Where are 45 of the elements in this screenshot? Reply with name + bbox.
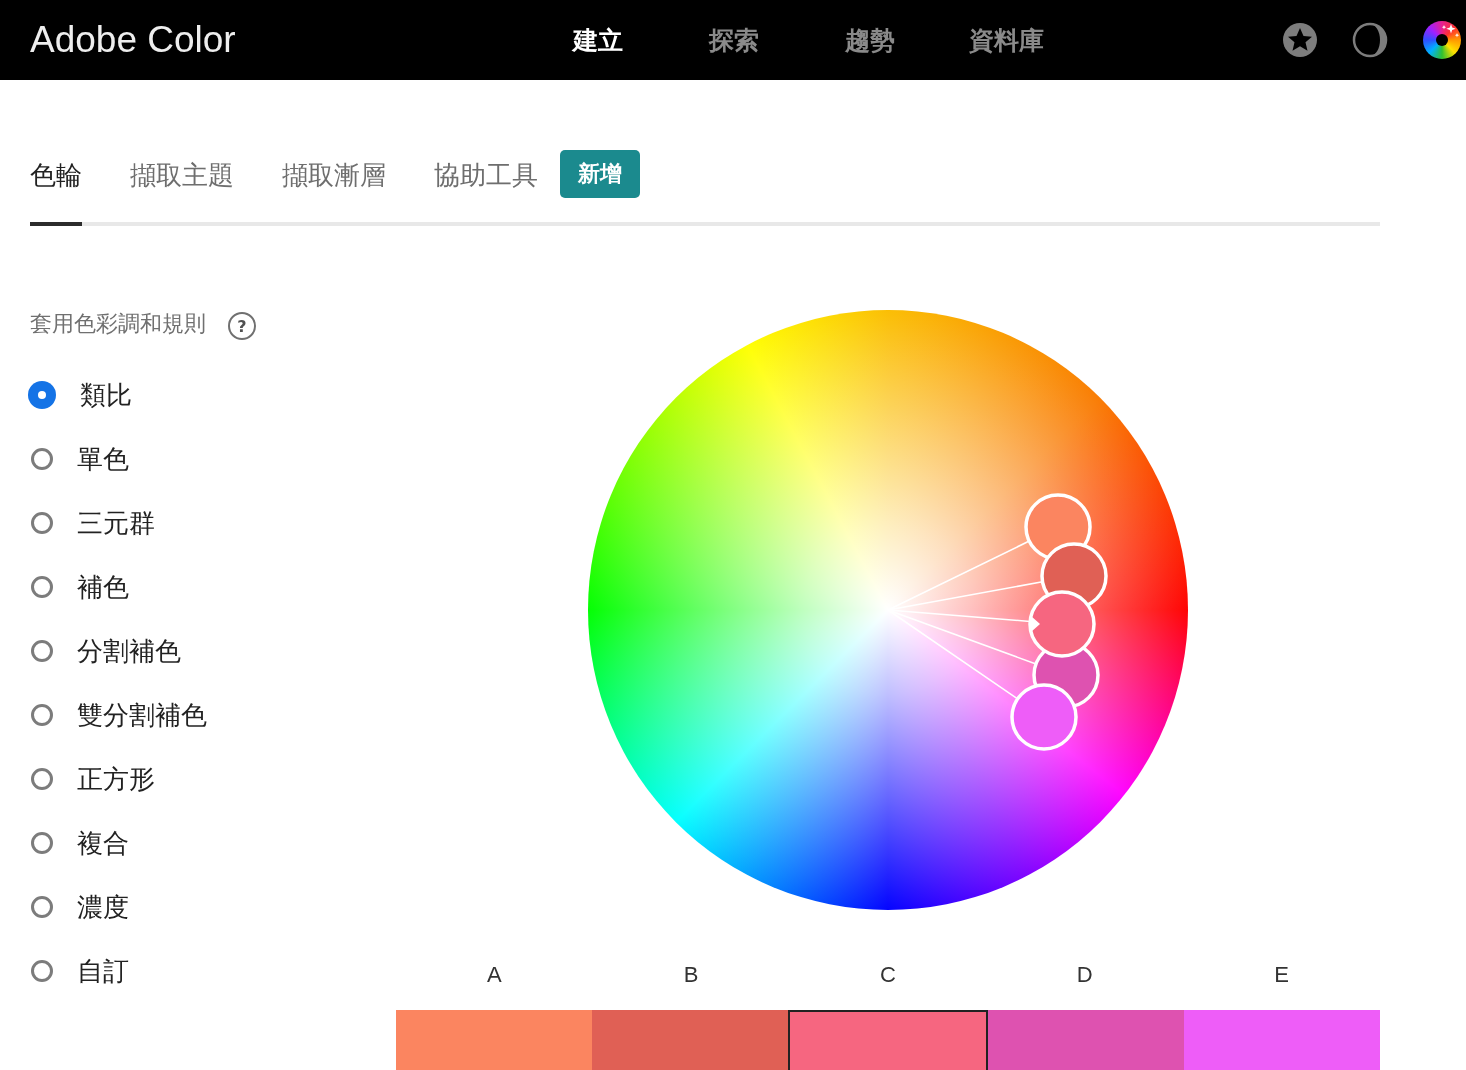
color-swatch[interactable] <box>988 1010 1184 1070</box>
nav-link[interactable]: 資料庫 <box>938 23 1074 57</box>
swatch-label: A <box>486 961 503 989</box>
color-swatch[interactable] <box>396 1010 592 1070</box>
radio-label[interactable]: 複合 <box>77 825 129 861</box>
radio-button[interactable] <box>31 896 53 918</box>
nav-link[interactable]: 建立 <box>530 23 666 57</box>
radio-button[interactable] <box>31 448 53 470</box>
radio-label[interactable]: 單色 <box>77 441 129 477</box>
swatch-label: B <box>682 961 700 989</box>
radio-button[interactable] <box>31 576 53 598</box>
radio-button[interactable] <box>31 960 53 982</box>
new-badge: 新增 <box>560 150 640 198</box>
radio-label[interactable]: 正方形 <box>77 761 155 797</box>
tab[interactable]: 色輪 <box>30 150 82 226</box>
radio-label[interactable]: 分割補色 <box>77 633 181 669</box>
logo-text[interactable]: Adobe Color <box>30 19 530 61</box>
nav-link[interactable]: 趨勢 <box>802 23 938 57</box>
radio-button[interactable] <box>31 768 53 790</box>
radio-label[interactable]: 自訂 <box>77 953 129 989</box>
tab[interactable]: 協助工具 <box>434 150 538 226</box>
nav-link[interactable]: 探索 <box>666 23 802 57</box>
radio-button[interactable] <box>28 381 56 409</box>
color-swatch[interactable] <box>1184 1010 1380 1070</box>
radio-button[interactable] <box>31 832 53 854</box>
tab[interactable]: 擷取主題 <box>130 150 234 226</box>
tab[interactable]: 擷取漸層 <box>282 150 386 226</box>
moon-icon[interactable] <box>1352 22 1388 58</box>
color-swatch[interactable] <box>788 1010 988 1070</box>
color-marker-drawing[interactable] <box>1010 493 1108 751</box>
swatch-label: D <box>1075 961 1094 989</box>
color-wheel-icon[interactable] <box>1422 20 1462 60</box>
swatch-label: C <box>879 961 897 989</box>
swatch-label: E <box>1273 961 1290 989</box>
radio-label[interactable]: 三元群 <box>77 505 155 541</box>
radio-button[interactable] <box>31 640 53 662</box>
radio-label[interactable]: 雙分割補色 <box>77 697 207 733</box>
radio-button[interactable] <box>31 704 53 726</box>
harmony-rule-label: 套用色彩調和規則 <box>30 310 206 338</box>
radio-button[interactable] <box>31 512 53 534</box>
radio-label[interactable]: 補色 <box>77 569 129 605</box>
color-swatch[interactable] <box>592 1010 788 1070</box>
help-button[interactable]: ? <box>228 312 256 340</box>
radio-label[interactable]: 濃度 <box>77 889 129 925</box>
radio-label[interactable]: 類比 <box>80 377 132 413</box>
